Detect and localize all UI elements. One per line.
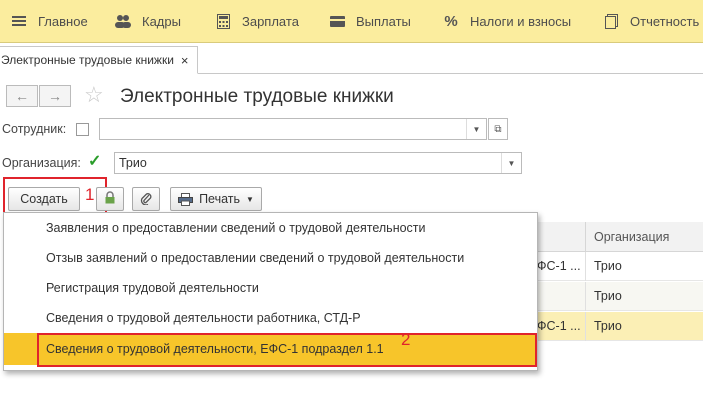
cell-organization: Трио	[594, 259, 622, 273]
cell-document: ФС-1 ...	[537, 319, 581, 333]
printer-icon	[178, 192, 194, 206]
section-payments[interactable]: Выплаты	[318, 0, 432, 43]
cell-document: ФС-1 ...	[537, 259, 581, 273]
menu-item-revoke-requests[interactable]: Отзыв заявлений о предоставлении сведени…	[4, 243, 537, 273]
attach-button[interactable]	[132, 187, 160, 211]
section-label: Зарплата	[242, 13, 299, 29]
section-label: Отчетность	[630, 13, 700, 29]
column-separator	[585, 282, 586, 311]
caret-down-icon: ▼	[246, 194, 254, 204]
percent-icon: %	[444, 12, 458, 30]
employee-label: Сотрудник:	[2, 122, 67, 136]
employee-checkbox[interactable]	[76, 123, 89, 136]
open-icon: ⧉	[494, 123, 502, 135]
chevron-down-icon[interactable]: ▼	[466, 119, 486, 139]
table-row[interactable]: ФС-1 ... Трио	[537, 252, 703, 281]
organization-field[interactable]: Трио ▼	[114, 152, 522, 174]
tab-bar: Электронные трудовые книжки ×	[0, 44, 703, 74]
column-header-organization[interactable]: Организация	[594, 230, 669, 244]
menu-item-work-registration[interactable]: Регистрация трудовой деятельности	[4, 273, 537, 303]
wallet-icon	[328, 13, 346, 29]
tab-label: Электронные трудовые книжки	[1, 53, 174, 67]
section-bar: Главное Кадры Зарплата Выплаты % Налоги …	[0, 0, 703, 43]
print-label: Печать	[199, 192, 241, 206]
organization-label: Организация:	[2, 156, 81, 170]
document-icon	[602, 13, 620, 29]
menu-item-info-requests[interactable]: Заявления о предоставлении сведений о тр…	[4, 213, 537, 243]
print-button[interactable]: Печать ▼	[170, 187, 262, 211]
menu-icon	[10, 13, 28, 29]
organization-checkbox[interactable]: ✓	[88, 151, 101, 171]
section-salary[interactable]: Зарплата	[204, 0, 318, 43]
open-employee-button[interactable]: ⧉	[488, 118, 508, 140]
cell-organization: Трио	[594, 319, 622, 333]
cell-organization: Трио	[594, 289, 622, 303]
calculator-icon	[214, 13, 232, 29]
menu-item-std-r[interactable]: Сведения о трудовой деятельности работни…	[4, 303, 537, 333]
tab-electronic-workbooks[interactable]: Электронные трудовые книжки ×	[0, 46, 198, 74]
column-separator	[585, 252, 586, 281]
table-header: Организация	[537, 222, 703, 252]
documents-table: Организация ФС-1 ... Трио Трио ФС-1 ... …	[536, 222, 703, 342]
back-button[interactable]: ←	[6, 85, 38, 107]
page-title: Электронные трудовые книжки	[120, 86, 394, 107]
organization-value: Трио	[119, 156, 147, 170]
lock-icon	[104, 191, 116, 207]
section-label: Главное	[38, 13, 88, 29]
paperclip-icon	[140, 191, 152, 208]
lock-button[interactable]	[96, 187, 124, 211]
close-icon[interactable]: ×	[181, 53, 189, 68]
table-row[interactable]: Трио	[537, 282, 703, 311]
section-label: Налоги и взносы	[470, 13, 572, 29]
people-icon	[114, 13, 132, 29]
arrow-left-icon: ←	[15, 88, 29, 104]
annotation-marker-1: 1	[85, 185, 95, 204]
section-label: Кадры	[142, 13, 181, 29]
column-separator	[585, 222, 586, 252]
arrow-right-icon: →	[48, 88, 62, 104]
section-taxes[interactable]: % Налоги и взносы	[432, 0, 592, 43]
employee-field[interactable]: ▼	[99, 118, 487, 140]
section-label: Выплаты	[356, 13, 411, 29]
section-reports[interactable]: Отчетность	[592, 0, 703, 43]
section-hr[interactable]: Кадры	[104, 0, 204, 43]
forward-button[interactable]: →	[39, 85, 71, 107]
annotation-marker-2: 2	[401, 330, 411, 349]
table-row-selected[interactable]: ФС-1 ... Трио	[537, 312, 703, 341]
section-main[interactable]: Главное	[0, 0, 104, 43]
annotation-box-2	[37, 333, 537, 367]
chevron-down-icon[interactable]: ▼	[501, 153, 521, 173]
star-icon[interactable]: ☆	[84, 82, 104, 108]
column-separator	[585, 312, 586, 341]
